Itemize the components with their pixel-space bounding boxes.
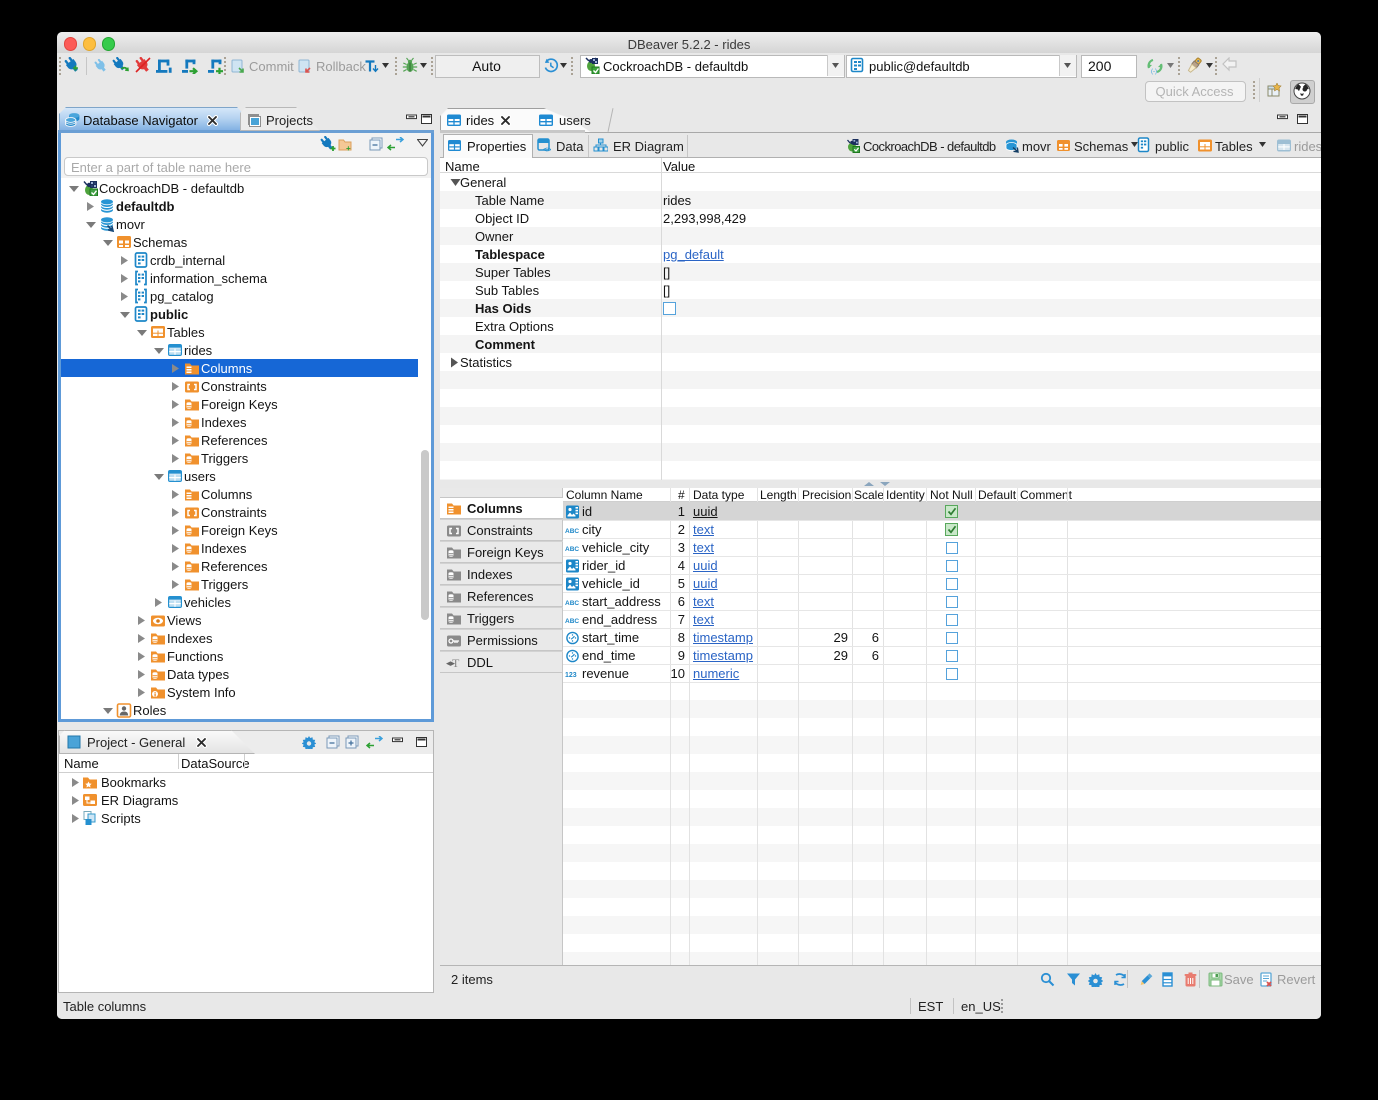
svg-text:<>: <> <box>543 147 551 153</box>
svg-text:123: 123 <box>565 672 577 679</box>
svg-text:ABC: ABC <box>565 546 579 553</box>
svg-text:ABC: ABC <box>565 528 579 535</box>
svg-text:ABC: ABC <box>565 618 579 625</box>
svg-text:(-): (-) <box>1151 69 1157 75</box>
svg-text:ABC: ABC <box>565 600 579 607</box>
svg-text:+: + <box>346 144 351 152</box>
svg-text:T: T <box>452 656 460 670</box>
